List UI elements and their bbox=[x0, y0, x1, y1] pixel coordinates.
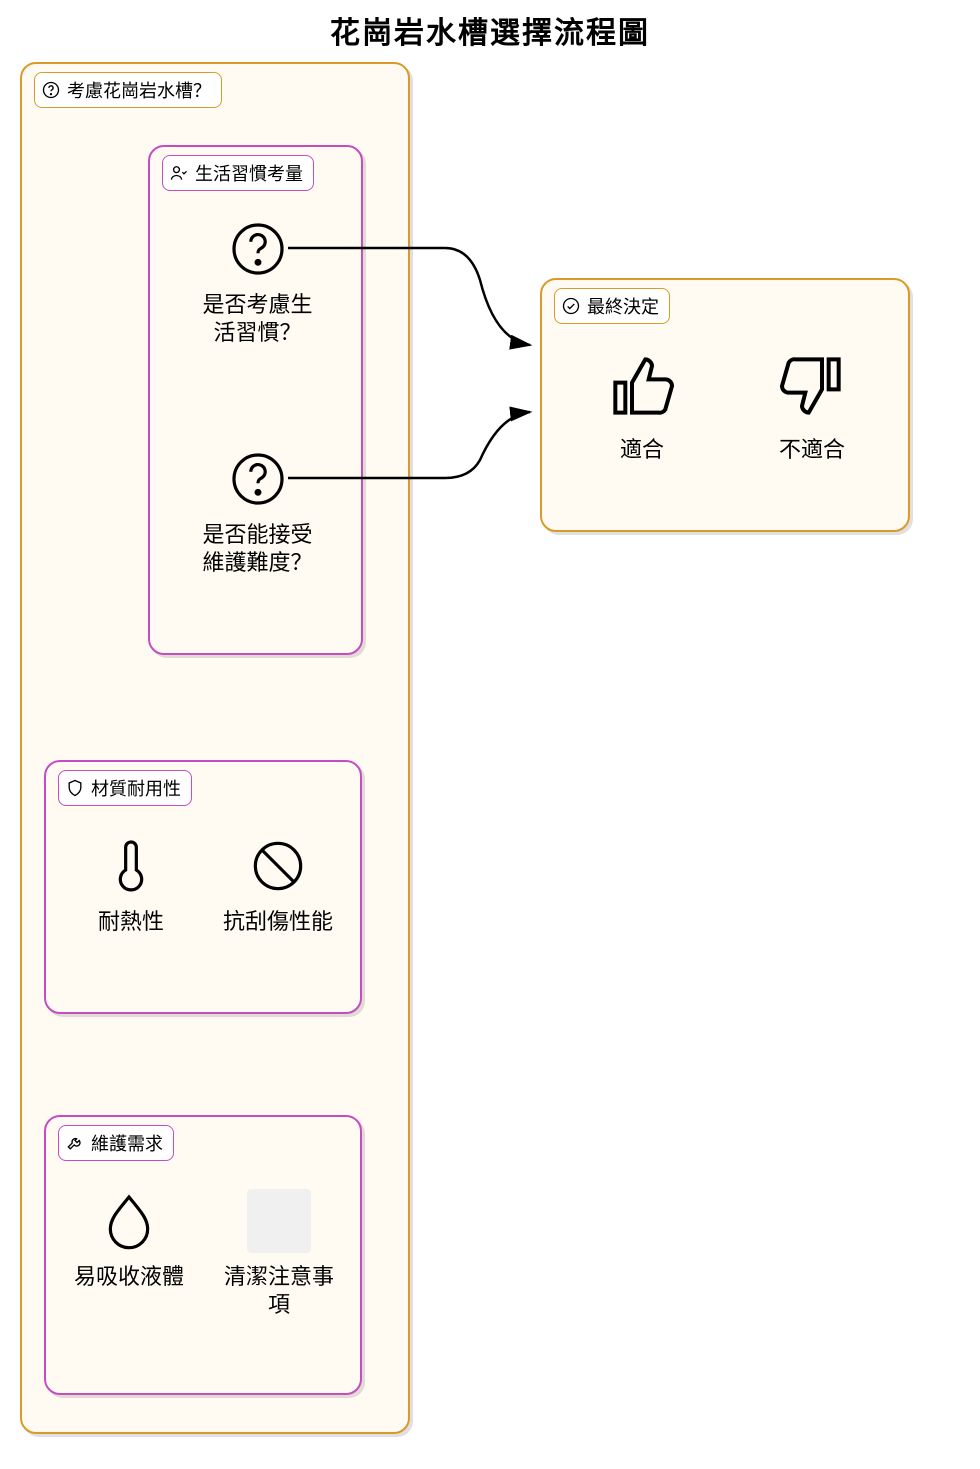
page-title: 花崗岩水槽選擇流程圖 bbox=[0, 0, 980, 52]
check-circle-icon bbox=[561, 296, 581, 316]
shield-icon bbox=[65, 778, 85, 798]
durability-scratch-text: 抗刮傷性能 bbox=[218, 908, 338, 936]
maintenance-clean-text: 清潔注意事項 bbox=[214, 1263, 344, 1318]
maintenance-label-text: 維護需求 bbox=[91, 1130, 163, 1156]
placeholder-icon bbox=[247, 1189, 311, 1253]
durability-scratch-node: 抗刮傷性能 bbox=[218, 834, 338, 936]
lifestyle-q2-node: 是否能接受維護難度？ bbox=[195, 447, 320, 576]
durability-heat-node: 耐熱性 bbox=[76, 834, 186, 936]
lifestyle-label: 生活習慣考量 bbox=[162, 155, 314, 191]
durability-heat-text: 耐熱性 bbox=[76, 908, 186, 936]
decision-box: 最終決定 適合 不適合 bbox=[540, 278, 910, 532]
question-circle-icon bbox=[226, 447, 290, 511]
user-check-icon bbox=[169, 163, 189, 183]
maintenance-clean-node: 清潔注意事項 bbox=[214, 1189, 344, 1318]
decision-yes-node: 適合 bbox=[582, 346, 702, 464]
decision-label-text: 最終決定 bbox=[587, 293, 659, 319]
maintenance-box: 維護需求 易吸收液體 清潔注意事項 bbox=[44, 1115, 362, 1395]
outer-box-label-text: 考慮花崗岩水槽？ bbox=[67, 77, 211, 103]
lifestyle-label-text: 生活習慣考量 bbox=[195, 160, 303, 186]
maintenance-absorb-node: 易吸收液體 bbox=[64, 1189, 194, 1291]
droplet-icon bbox=[97, 1189, 161, 1253]
thumbs-up-icon bbox=[602, 346, 682, 426]
question-circle-icon bbox=[226, 217, 290, 281]
outer-box-label: 考慮花崗岩水槽？ bbox=[34, 72, 222, 108]
decision-label: 最終決定 bbox=[554, 288, 670, 324]
lifestyle-q2-text: 是否能接受維護難度？ bbox=[195, 521, 320, 576]
lifestyle-box: 生活習慣考量 是否考慮生活習慣？ 是否能接受維護難度？ bbox=[148, 145, 363, 655]
decision-yes-text: 適合 bbox=[582, 436, 702, 464]
thumbs-down-icon bbox=[772, 346, 852, 426]
maintenance-label: 維護需求 bbox=[58, 1125, 174, 1161]
decision-no-text: 不適合 bbox=[752, 436, 872, 464]
thermometer-icon bbox=[99, 834, 163, 898]
wrench-icon bbox=[65, 1133, 85, 1153]
lifestyle-q1-text: 是否考慮生活習慣？ bbox=[195, 291, 320, 346]
lifestyle-q1-node: 是否考慮生活習慣？ bbox=[195, 217, 320, 346]
decision-no-node: 不適合 bbox=[752, 346, 872, 464]
ban-icon bbox=[246, 834, 310, 898]
help-circle-icon bbox=[41, 80, 61, 100]
maintenance-absorb-text: 易吸收液體 bbox=[64, 1263, 194, 1291]
durability-box: 材質耐用性 耐熱性 抗刮傷性能 bbox=[44, 760, 362, 1014]
durability-label-text: 材質耐用性 bbox=[91, 775, 181, 801]
durability-label: 材質耐用性 bbox=[58, 770, 192, 806]
